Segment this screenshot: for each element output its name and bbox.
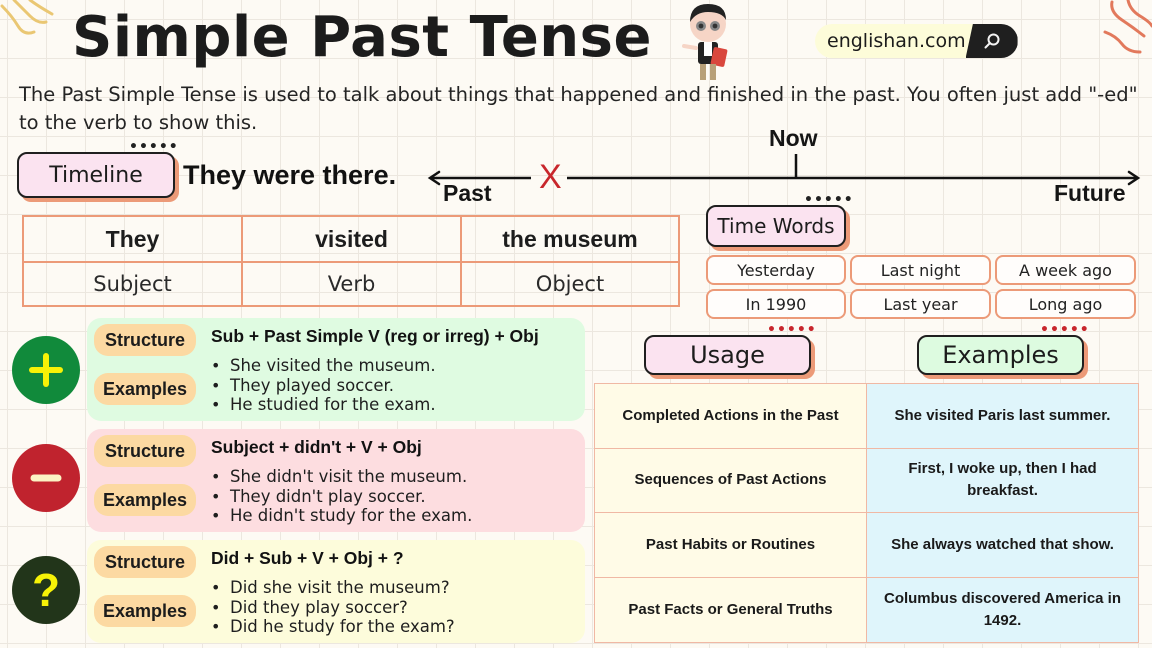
examples-tag: Examples bbox=[94, 373, 196, 405]
example-item: She visited the museum. bbox=[211, 356, 436, 376]
timeline-label: Timeline bbox=[17, 152, 175, 198]
examples-tag: Examples bbox=[94, 484, 196, 516]
site-name[interactable]: englishan.com bbox=[815, 24, 974, 58]
interrogative-examples: Did she visit the museum? Did they play … bbox=[211, 578, 455, 637]
subject-role: Subject bbox=[24, 263, 243, 305]
dots-decoration: ••••• bbox=[129, 139, 179, 155]
usage-cell: Completed Actions in the Past bbox=[595, 384, 867, 449]
past-label: Past bbox=[443, 180, 492, 206]
sentence-structure-table: They visited the museum Subject Verb Obj… bbox=[22, 215, 680, 307]
example-item: Did he study for the exam? bbox=[211, 617, 455, 637]
time-word-chip: A week ago bbox=[995, 255, 1136, 285]
structure-tag: Structure bbox=[94, 324, 196, 356]
negative-examples: She didn't visit the museum. They didn't… bbox=[211, 467, 472, 526]
time-words-grid: Yesterday Last night A week ago In 1990 … bbox=[706, 255, 1138, 319]
dots-decoration: ••••• bbox=[804, 192, 854, 208]
object-role: Object bbox=[535, 272, 605, 296]
examples-tag: Examples bbox=[94, 595, 196, 627]
example-item: They played soccer. bbox=[211, 376, 436, 396]
example-item: Did they play soccer? bbox=[211, 598, 455, 618]
usage-cell: Past Facts or General Truths bbox=[595, 577, 867, 642]
negative-badge bbox=[12, 444, 80, 512]
search-button[interactable] bbox=[965, 24, 1018, 58]
example-item: They didn't play soccer. bbox=[211, 487, 472, 507]
affirmative-panel: Structure Examples Sub + Past Simple V (… bbox=[87, 318, 585, 421]
affirmative-examples: She visited the museum. They played socc… bbox=[211, 356, 436, 415]
affirmative-structure: Sub + Past Simple V (reg or irreg) + Obj bbox=[211, 326, 539, 346]
usage-label: Usage bbox=[644, 335, 811, 375]
negative-panel: Structure Examples Subject + didn't + V … bbox=[87, 429, 585, 532]
example-item: She didn't visit the museum. bbox=[211, 467, 472, 487]
example-cell: Columbus discovered America in 1492. bbox=[867, 577, 1138, 642]
time-word-chip: Last night bbox=[850, 255, 991, 285]
mascot-illustration bbox=[682, 4, 728, 80]
usage-cell: Sequences of Past Actions bbox=[595, 448, 867, 513]
example-item: He didn't study for the exam. bbox=[211, 506, 472, 526]
example-item: He studied for the exam. bbox=[211, 395, 436, 415]
interrogative-structure: Did + Sub + V + Obj + ? bbox=[211, 548, 404, 568]
usage-table: Completed Actions in the Past She visite… bbox=[594, 383, 1139, 643]
search-icon bbox=[984, 33, 1000, 49]
dots-decoration: ••••• bbox=[767, 322, 817, 338]
time-word-chip: In 1990 bbox=[706, 289, 846, 319]
squiggle-decoration-left bbox=[0, 0, 54, 35]
site-brand-pill[interactable]: englishan.com bbox=[815, 24, 1051, 58]
time-words-label: Time Words bbox=[706, 205, 846, 247]
plus-icon bbox=[29, 353, 63, 387]
time-word-chip: Long ago bbox=[995, 289, 1136, 319]
squiggle-decoration-right bbox=[1103, 0, 1152, 54]
interrogative-badge: ? bbox=[12, 556, 80, 624]
time-word-chip: Yesterday bbox=[706, 255, 846, 285]
structure-tag: Structure bbox=[94, 546, 196, 578]
usage-cell: Past Habits or Routines bbox=[595, 513, 867, 578]
subject-word: They bbox=[24, 217, 243, 263]
question-icon: ? bbox=[31, 564, 61, 616]
verb-role: Verb bbox=[243, 263, 462, 305]
minus-icon bbox=[30, 474, 62, 482]
future-label: Future bbox=[1054, 180, 1126, 206]
object-word: the museum bbox=[462, 217, 678, 263]
affirmative-badge bbox=[12, 336, 80, 404]
structure-tag: Structure bbox=[94, 435, 196, 467]
example-cell: She visited Paris last summer. bbox=[867, 384, 1138, 449]
interrogative-panel: Structure Examples Did + Sub + V + Obj +… bbox=[87, 540, 585, 643]
now-label: Now bbox=[769, 125, 818, 151]
timeline-sentence: They were there. bbox=[183, 160, 397, 190]
negative-structure: Subject + didn't + V + Obj bbox=[211, 437, 422, 457]
examples-label: Examples bbox=[917, 335, 1084, 375]
example-cell: First, I woke up, then I had breakfast. bbox=[867, 448, 1138, 513]
page-title: Simple Past Tense bbox=[72, 5, 652, 70]
time-word-chip: Last year bbox=[850, 289, 991, 319]
dots-decoration: ••••• bbox=[1040, 322, 1090, 338]
verb-word: visited bbox=[243, 217, 462, 263]
example-item: Did she visit the museum? bbox=[211, 578, 455, 598]
event-marker-x: X bbox=[539, 158, 562, 196]
example-cell: She always watched that show. bbox=[867, 513, 1138, 578]
